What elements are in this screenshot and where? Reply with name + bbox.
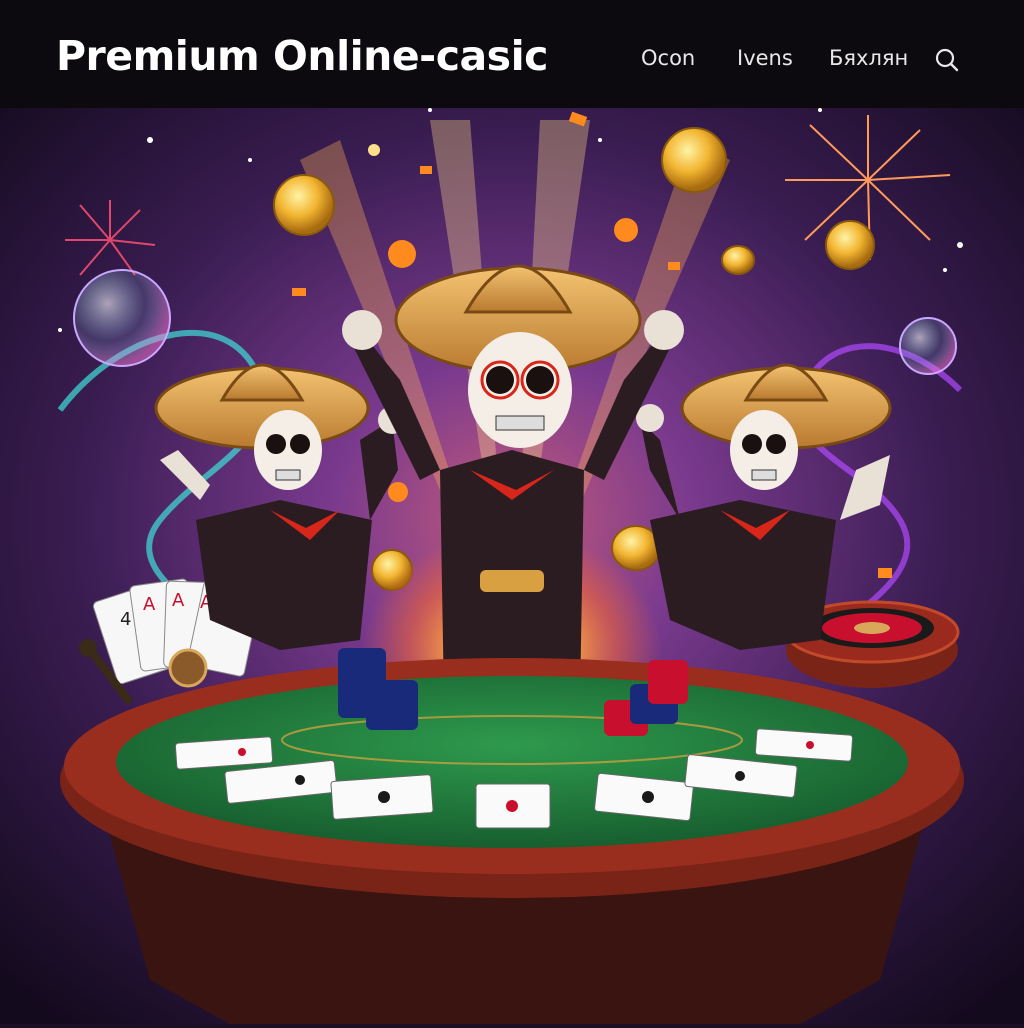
hero-scene-svg: 4 A A A — [0, 108, 1024, 1024]
card-rank-3: A — [172, 590, 185, 611]
bubble-left — [73, 269, 171, 367]
top-nav-bar: Premium Online-casic Ocon Ivens Бяхлян — [0, 0, 1024, 108]
nav-item-2[interactable]: Ivens — [737, 46, 793, 70]
nav-item-1[interactable]: Ocon — [641, 46, 695, 70]
nav-item-3[interactable]: Бяхлян — [829, 46, 908, 70]
hero-illustration: 4 A A A — [0, 108, 1024, 1024]
search-icon — [935, 48, 959, 72]
card-rank-1: 4 — [120, 609, 131, 630]
card-rank-2: A — [143, 594, 156, 615]
brand-title[interactable]: Premium Online-casic — [56, 32, 548, 80]
blackjack-table — [60, 658, 964, 1024]
bubble-right — [899, 317, 957, 375]
search-button[interactable] — [934, 47, 960, 73]
